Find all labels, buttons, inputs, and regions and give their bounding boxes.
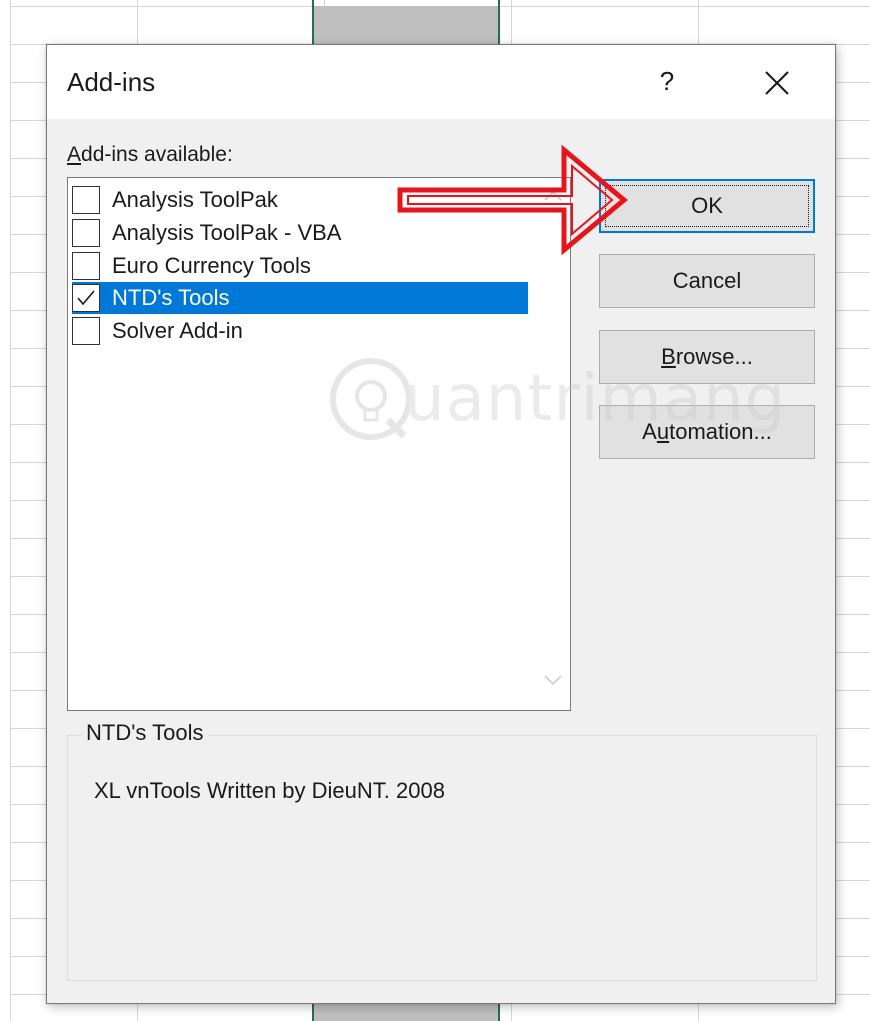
dialog-title: Add-ins bbox=[67, 67, 156, 97]
check-icon bbox=[77, 290, 95, 306]
browse-button[interactable]: Browse... bbox=[599, 330, 815, 384]
accelerator-key: u bbox=[656, 419, 670, 444]
description-groupbox: NTD's Tools XL vnTools Written by DieuNT… bbox=[67, 720, 817, 981]
addin-label: NTD's Tools bbox=[112, 285, 230, 310]
browse-button-label: rowse... bbox=[675, 344, 753, 369]
focus-ring bbox=[605, 185, 809, 227]
add-ins-available-label: Add-ins available: bbox=[67, 143, 233, 167]
addin-label: Analysis ToolPak bbox=[112, 187, 278, 212]
selected-cell-top bbox=[314, 6, 498, 44]
label-text: dd-ins available: bbox=[81, 143, 233, 166]
addin-checkbox[interactable] bbox=[72, 219, 100, 247]
automation-label-start: A bbox=[642, 419, 657, 444]
chevron-up-icon[interactable] bbox=[542, 188, 564, 204]
description-title: NTD's Tools bbox=[82, 720, 208, 746]
help-icon[interactable]: ? bbox=[652, 63, 682, 99]
list-item-analysis-toolpak-vba[interactable]: Analysis ToolPak - VBA bbox=[72, 217, 528, 249]
list-item-euro-currency-tools[interactable]: Euro Currency Tools bbox=[72, 250, 528, 282]
chevron-down-icon[interactable] bbox=[542, 672, 564, 688]
addin-checkbox[interactable] bbox=[72, 186, 100, 214]
cancel-button[interactable]: Cancel bbox=[599, 254, 815, 308]
addin-checkbox-checked[interactable] bbox=[72, 284, 100, 312]
addin-label: Analysis ToolPak - VBA bbox=[112, 220, 342, 245]
cancel-button-label: Cancel bbox=[672, 268, 742, 293]
addin-checkbox[interactable] bbox=[72, 252, 100, 280]
listbox-scrollbar[interactable] bbox=[536, 178, 570, 710]
addin-label: Euro Currency Tools bbox=[112, 253, 311, 278]
list-item-ntds-tools[interactable]: NTD's Tools bbox=[72, 282, 528, 314]
dialog-titlebar: Add-ins ? bbox=[47, 45, 835, 119]
accelerator-key: B bbox=[661, 344, 676, 369]
list-item-solver-add-in[interactable]: Solver Add-in bbox=[72, 315, 528, 347]
list-item-analysis-toolpak[interactable]: Analysis ToolPak bbox=[72, 184, 528, 216]
accelerator-key: A bbox=[67, 143, 82, 166]
close-icon[interactable] bbox=[757, 63, 797, 103]
automation-button[interactable]: Au tomation... bbox=[599, 405, 815, 459]
description-text: XL vnTools Written by DieuNT. 2008 bbox=[94, 778, 445, 803]
add-ins-dialog: Add-ins ? Add-ins available: Analysis To… bbox=[46, 44, 836, 1004]
ok-button[interactable]: OK bbox=[599, 179, 815, 233]
automation-button-label: tomation... bbox=[669, 419, 772, 444]
addin-label: Solver Add-in bbox=[112, 318, 243, 343]
add-ins-listbox[interactable]: Analysis ToolPak Analysis ToolPak - VBA … bbox=[67, 177, 571, 711]
addin-checkbox[interactable] bbox=[72, 317, 100, 345]
